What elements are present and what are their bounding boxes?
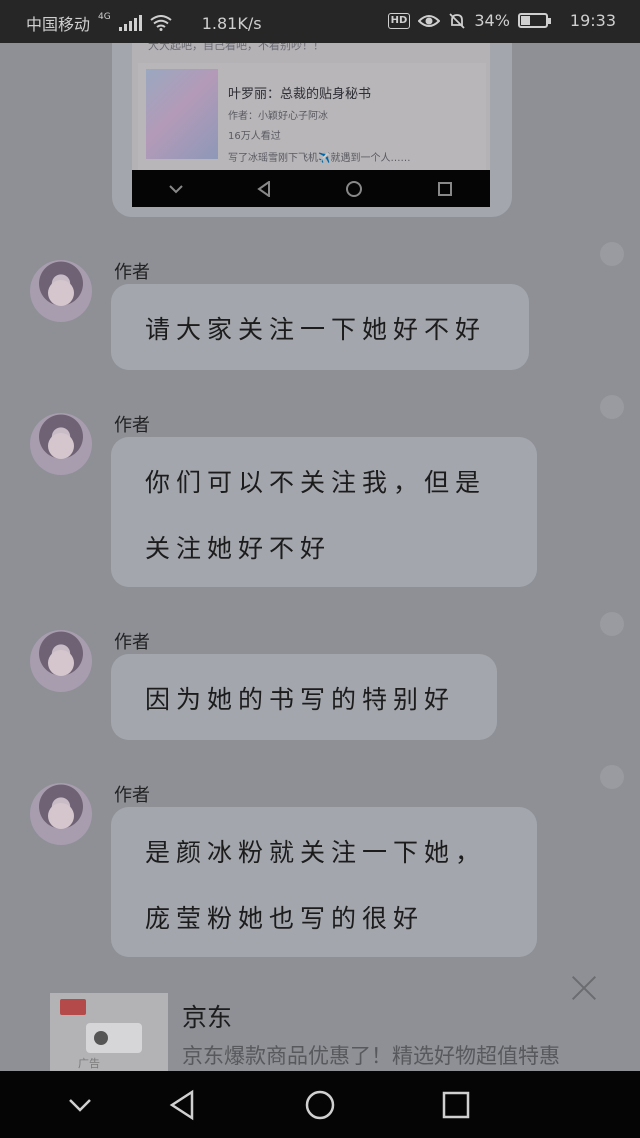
screenshot-caption: 大大起吧，自己看吧，不看别吵！！ xyxy=(148,43,324,52)
message-text: 庞莹粉她也写的很好 xyxy=(145,904,425,933)
message-text: 因为她的书写的特别好 xyxy=(145,685,456,714)
ad-description[interactable]: 京东爆款商品优惠了！精选好物超值特惠 xyxy=(182,1040,612,1070)
close-icon[interactable] xyxy=(570,974,598,1002)
message-status-dot xyxy=(600,395,624,419)
hd-icon: HD xyxy=(387,12,411,29)
avatar[interactable] xyxy=(30,630,92,692)
network-speed: 1.81K/s xyxy=(201,13,262,33)
mute-bell-icon xyxy=(449,12,465,29)
avatar[interactable] xyxy=(30,783,92,845)
message-author: 作者 xyxy=(114,785,150,806)
message-bubble[interactable]: 因为她的书写的特别好 xyxy=(111,654,497,740)
network-type: 4G xyxy=(98,12,111,22)
avatar[interactable] xyxy=(30,260,92,322)
book-cover-image xyxy=(146,69,218,159)
book-author: 作者：小颖好心子阿冰 xyxy=(228,111,328,122)
eye-comfort-icon xyxy=(418,14,441,27)
status-bar: 中国移动 4G 1.81K/s HD 34% 19:33 xyxy=(0,0,640,43)
ad-tag: 广告 xyxy=(78,1057,100,1070)
message-author: 作者 xyxy=(114,632,150,653)
back-icon[interactable] xyxy=(166,1089,198,1121)
system-nav-bar xyxy=(0,1071,640,1138)
message-author: 作者 xyxy=(114,415,150,436)
ad-image[interactable]: 广告 xyxy=(50,993,168,1071)
message-text: 请大家关注一下她好不好 xyxy=(145,315,487,344)
message-text: 你们可以不关注我，但是 xyxy=(145,468,487,497)
clock: 19:33 xyxy=(569,11,616,30)
ad-title[interactable]: 京东 xyxy=(182,998,232,1034)
message-status-dot xyxy=(600,242,624,266)
chevron-down-icon xyxy=(169,184,183,193)
home-icon xyxy=(346,180,362,197)
home-icon[interactable] xyxy=(304,1089,336,1121)
message-bubble[interactable]: 是颜冰粉就关注一下她， 庞莹粉她也写的很好 xyxy=(111,807,537,957)
recents-icon xyxy=(438,181,452,196)
wifi-icon xyxy=(150,15,172,31)
book-description: 写了冰瑶雪刚下飞机✈️就遇到一个人…… xyxy=(228,153,411,164)
message-status-dot xyxy=(600,765,624,789)
product-lens xyxy=(94,1031,108,1045)
avatar[interactable] xyxy=(30,413,92,475)
message-author: 作者 xyxy=(114,262,150,283)
message-status-dot xyxy=(600,612,624,636)
message-text: 是颜冰粉就关注一下她， xyxy=(145,838,487,867)
signal-icon xyxy=(118,15,142,31)
carrier-name: 中国移动 xyxy=(26,15,91,34)
battery-percent: 34% xyxy=(474,11,510,30)
message-bubble[interactable]: 你们可以不关注我，但是 关注她好不好 xyxy=(111,437,537,587)
brand-logo xyxy=(60,999,86,1015)
message-bubble[interactable]: 请大家关注一下她好不好 xyxy=(111,284,529,370)
screenshot-nav-bar xyxy=(132,170,490,207)
book-title: 叶罗丽：总裁的贴身秘书 xyxy=(228,87,372,102)
battery-icon xyxy=(517,13,551,28)
message-text: 关注她好不好 xyxy=(145,534,332,563)
chevron-down-icon[interactable] xyxy=(64,1089,96,1121)
back-icon xyxy=(257,180,270,197)
book-reads: 16万人看过 xyxy=(228,131,281,142)
recents-icon[interactable] xyxy=(440,1089,472,1121)
